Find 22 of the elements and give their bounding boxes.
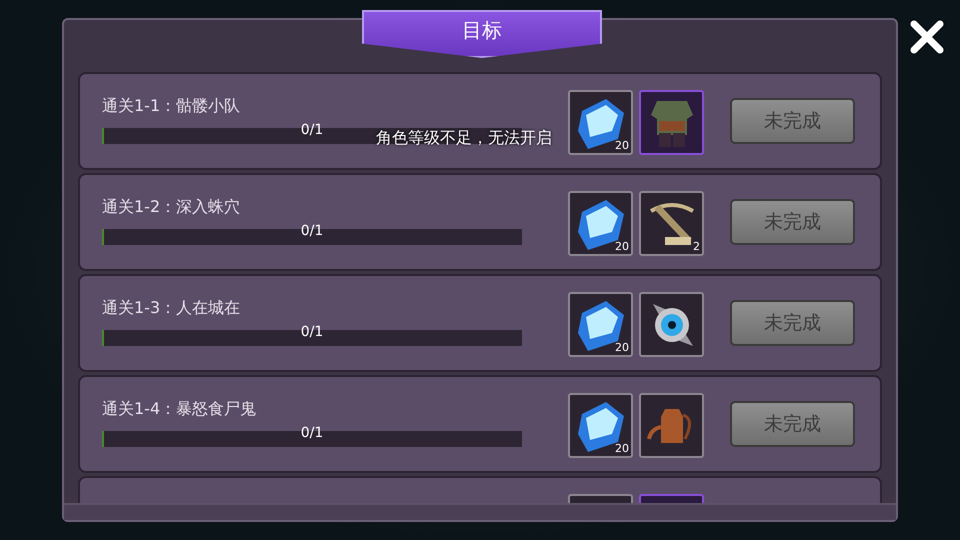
progress-text: 0/1 <box>300 324 324 340</box>
reward-slot[interactable]: 20 <box>568 292 633 357</box>
reward-count: 20 <box>615 442 629 455</box>
reward-slot[interactable]: 20 <box>568 90 633 155</box>
reward-slot[interactable]: 20 <box>568 191 633 256</box>
notice-text: 角色等级不足，无法开启 <box>376 128 552 149</box>
quest-title: 通关1-4：暴怒食尸鬼 <box>102 399 258 419</box>
reward-slot[interactable]: 2 <box>639 191 704 256</box>
quest-title: 通关1-1：骷髅小队 <box>102 96 242 116</box>
reward-slot[interactable] <box>639 292 704 357</box>
quest-title: 通关1-3：人在城在 <box>102 298 242 318</box>
reward-count: 20 <box>615 341 629 354</box>
title-banner: 目标 <box>362 10 602 58</box>
progress-text: 0/1 <box>300 122 324 138</box>
reward-count: 2 <box>693 240 700 253</box>
quest-title: 通关1-2：深入蛛穴 <box>102 197 242 217</box>
reward-slot[interactable]: 20 <box>568 393 633 458</box>
progress-text: 0/1 <box>300 223 324 239</box>
reward-slot[interactable] <box>639 393 704 458</box>
reward-count: 20 <box>615 139 629 152</box>
progress-text: 0/1 <box>300 425 324 441</box>
reward-count: 20 <box>615 240 629 253</box>
